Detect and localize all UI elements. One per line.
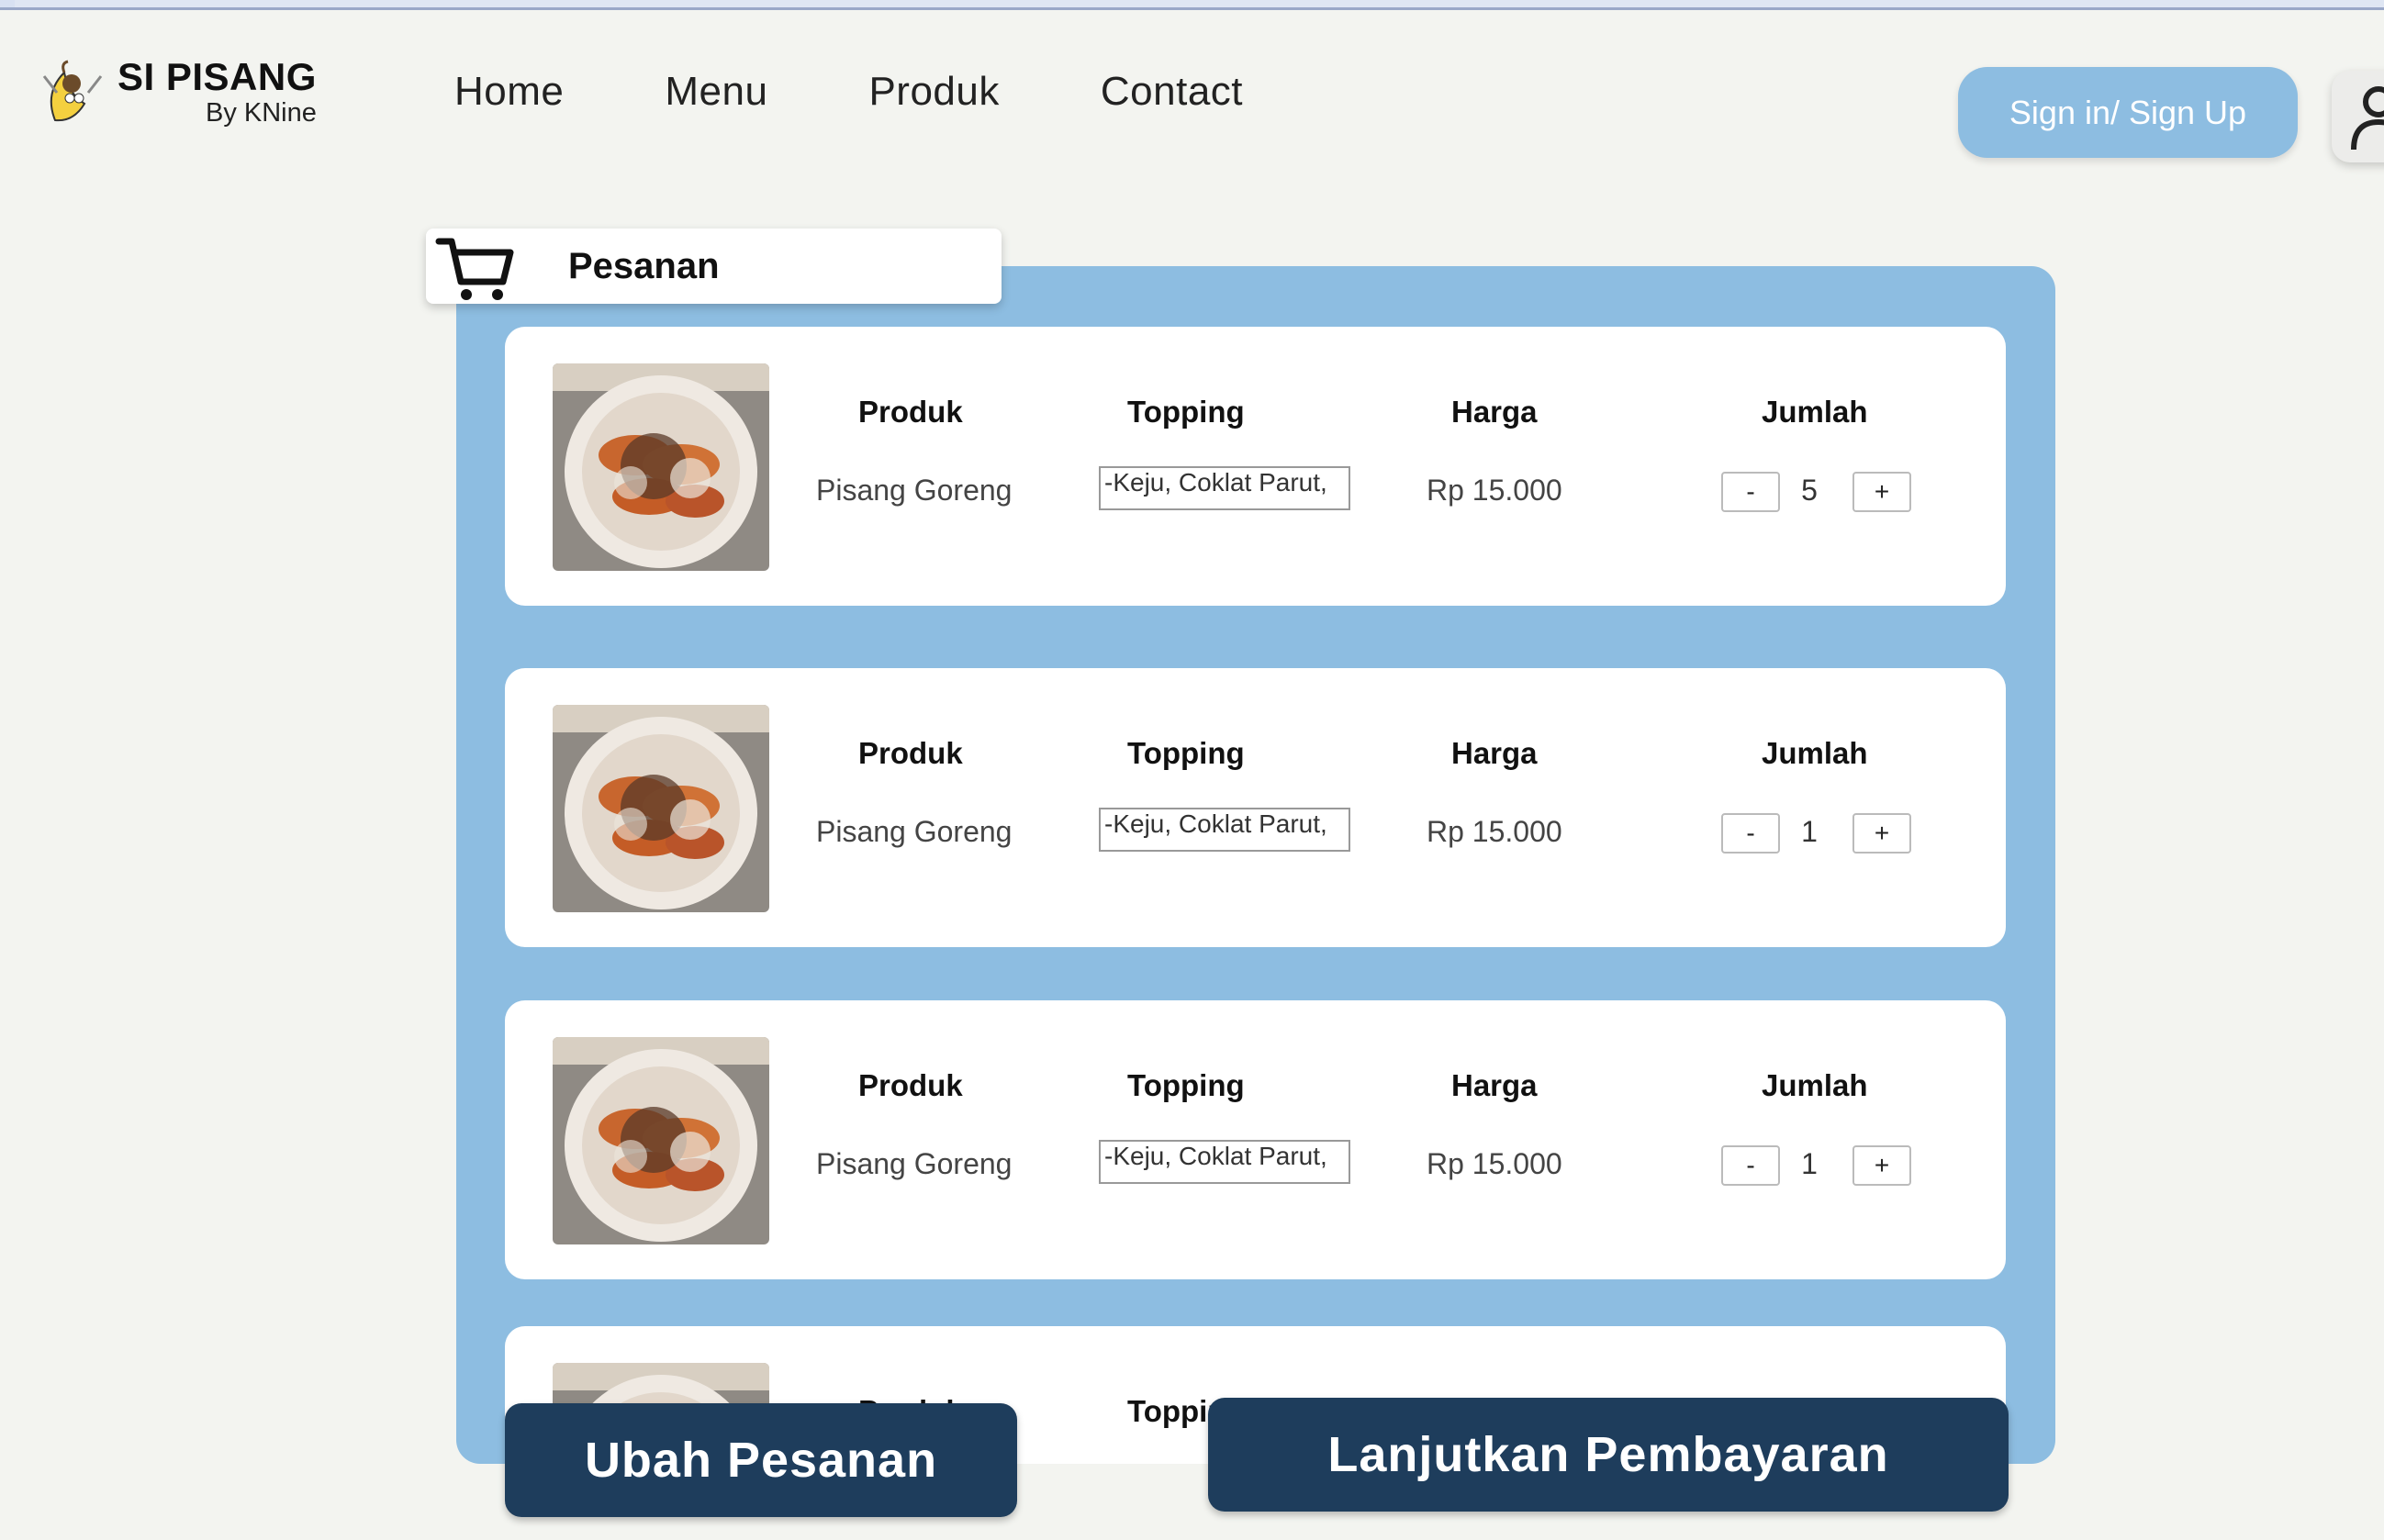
quantity-value: 5 bbox=[1801, 474, 1818, 507]
signin-button[interactable]: Sign in/ Sign Up bbox=[1958, 67, 2298, 158]
brand-logo[interactable]: SI PISANG By KNine bbox=[37, 56, 317, 128]
col-produk-header: Produk bbox=[858, 395, 963, 429]
decrement-button[interactable]: - bbox=[1721, 472, 1780, 512]
lanjutkan-pembayaran-button[interactable]: Lanjutkan Pembayaran bbox=[1208, 1398, 2009, 1512]
product-name: Pisang Goreng bbox=[816, 474, 1013, 507]
quantity-value: 1 bbox=[1801, 1147, 1818, 1180]
cart-item: Produk Topping Harga Jumlah Pisang Goren… bbox=[505, 668, 2006, 947]
increment-button[interactable]: + bbox=[1852, 1145, 1911, 1186]
cart-icon bbox=[435, 238, 514, 300]
main-nav: Home Menu Produk Contact bbox=[454, 69, 1344, 115]
product-image bbox=[553, 1037, 769, 1244]
product-price: Rp 15.000 bbox=[1427, 815, 1562, 848]
pesanan-tab[interactable]: Pesanan bbox=[426, 229, 1002, 304]
col-produk-header: Produk bbox=[858, 736, 963, 770]
fried-banana-image bbox=[553, 363, 769, 571]
cart-item: Produk Topping Harga Jumlah Pisang Goren… bbox=[505, 327, 2006, 606]
page: SI PISANG By KNine Home Menu Produk Cont… bbox=[0, 7, 2384, 1540]
col-harga-header: Harga bbox=[1451, 736, 1538, 770]
product-image bbox=[553, 705, 769, 912]
nav-contact[interactable]: Contact bbox=[1101, 69, 1243, 115]
fried-banana-image bbox=[553, 1037, 769, 1244]
increment-button[interactable]: + bbox=[1852, 813, 1911, 854]
product-image bbox=[553, 363, 769, 571]
col-topping-header: Topping bbox=[1127, 395, 1245, 429]
decrement-button[interactable]: - bbox=[1721, 813, 1780, 854]
col-jumlah-header: Jumlah bbox=[1762, 1068, 1868, 1102]
topping-field[interactable]: -Keju, Coklat Parut, bbox=[1099, 1140, 1350, 1184]
col-produk-header: Produk bbox=[858, 1068, 963, 1102]
user-profile-button[interactable] bbox=[2332, 71, 2384, 162]
product-name: Pisang Goreng bbox=[816, 1147, 1013, 1180]
col-topping-header: Topping bbox=[1127, 1068, 1245, 1102]
topping-field[interactable]: -Keju, Coklat Parut, bbox=[1099, 808, 1350, 852]
increment-button[interactable]: + bbox=[1852, 472, 1911, 512]
nav-home[interactable]: Home bbox=[454, 69, 564, 115]
col-topping-header: Topping bbox=[1127, 736, 1245, 770]
col-harga-header: Harga bbox=[1451, 395, 1538, 429]
ubah-pesanan-button[interactable]: Ubah Pesanan bbox=[505, 1403, 1017, 1517]
col-harga-header: Harga bbox=[1451, 1068, 1538, 1102]
col-jumlah-header: Jumlah bbox=[1762, 395, 1868, 429]
col-jumlah-header: Jumlah bbox=[1762, 736, 1868, 770]
pesanan-label: Pesanan bbox=[568, 245, 720, 286]
quantity-value: 1 bbox=[1801, 815, 1818, 848]
cart-item: Produk Topping Harga Jumlah Pisang Goren… bbox=[505, 1000, 2006, 1279]
nav-menu[interactable]: Menu bbox=[665, 69, 767, 115]
brand-title: SI PISANG bbox=[118, 54, 317, 98]
cart-panel: Produk Topping Harga Jumlah Pisang Goren… bbox=[456, 266, 2055, 1464]
product-price: Rp 15.000 bbox=[1427, 1147, 1562, 1180]
user-icon bbox=[2351, 86, 2384, 151]
product-price: Rp 15.000 bbox=[1427, 474, 1562, 507]
topping-field[interactable]: -Keju, Coklat Parut, bbox=[1099, 466, 1350, 510]
decrement-button[interactable]: - bbox=[1721, 1145, 1780, 1186]
nav-produk[interactable]: Produk bbox=[868, 69, 999, 115]
banana-logo-icon bbox=[42, 60, 103, 122]
product-name: Pisang Goreng bbox=[816, 815, 1013, 848]
brand-subtitle: By KNine bbox=[206, 97, 317, 128]
fried-banana-image bbox=[553, 705, 769, 912]
